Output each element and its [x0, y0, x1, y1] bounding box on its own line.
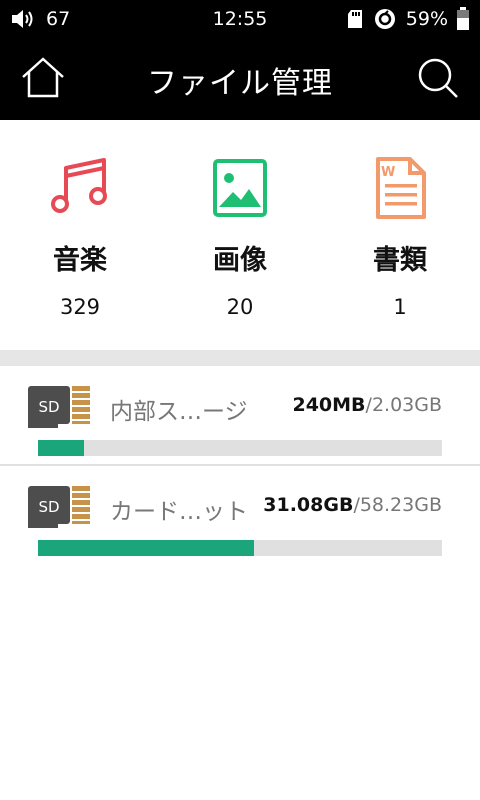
music-note-icon [51, 158, 107, 213]
section-divider [0, 350, 480, 366]
storage-name: カード…ット [110, 499, 248, 525]
status-right: 59% [346, 6, 470, 32]
category-label: 画像 [213, 245, 267, 276]
category-count: 20 [226, 295, 254, 319]
sd-card-icon: SD [28, 386, 90, 428]
storage-progress-fill [38, 540, 254, 556]
category-music[interactable]: 音楽 329 [0, 156, 160, 319]
storage-total: 2.03GB [371, 394, 442, 416]
category-images[interactable]: 画像 20 [160, 156, 320, 319]
app-bar: ファイル管理 [0, 38, 480, 120]
battery-percent: 59% [405, 8, 448, 30]
storage-progress-track [38, 540, 442, 556]
storage-progress-fill [38, 440, 85, 456]
search-icon[interactable] [416, 56, 460, 100]
storage-size: 240MB/2.03GB [292, 394, 442, 416]
sd-label: SD [38, 498, 59, 516]
storage-sd-card[interactable]: SD カード…ット 31.08GB/58.23GB [0, 466, 480, 564]
storage-used: 31.08GB [263, 494, 354, 516]
storage-progress-track [38, 440, 442, 456]
document-icon: W [376, 157, 426, 219]
status-bar: 67 12:55 59% [0, 0, 480, 38]
storage-name: 内部ス…ージ [110, 399, 248, 425]
sd-card-status-icon [347, 10, 362, 28]
storage-used: 240MB [292, 394, 366, 416]
category-label: 音楽 [53, 245, 107, 276]
image-icon [213, 159, 267, 217]
sd-card-icon: SD [28, 486, 90, 528]
storage-size: 31.08GB/58.23GB [263, 494, 442, 516]
category-count: 1 [393, 295, 407, 319]
category-grid: 音楽 329 画像 20 W 書類 1 [0, 120, 480, 350]
storage-internal[interactable]: SD 内部ス…ージ 240MB/2.03GB [0, 366, 480, 464]
sync-status-icon [374, 9, 395, 29]
sd-label: SD [38, 398, 59, 416]
storage-total: 58.23GB [359, 494, 442, 516]
battery-icon [457, 7, 469, 30]
category-label: 書類 [373, 245, 427, 276]
category-documents[interactable]: W 書類 1 [320, 156, 480, 319]
page-title: ファイル管理 [147, 66, 333, 101]
svg-text:W: W [381, 165, 395, 180]
category-count: 329 [59, 295, 101, 319]
